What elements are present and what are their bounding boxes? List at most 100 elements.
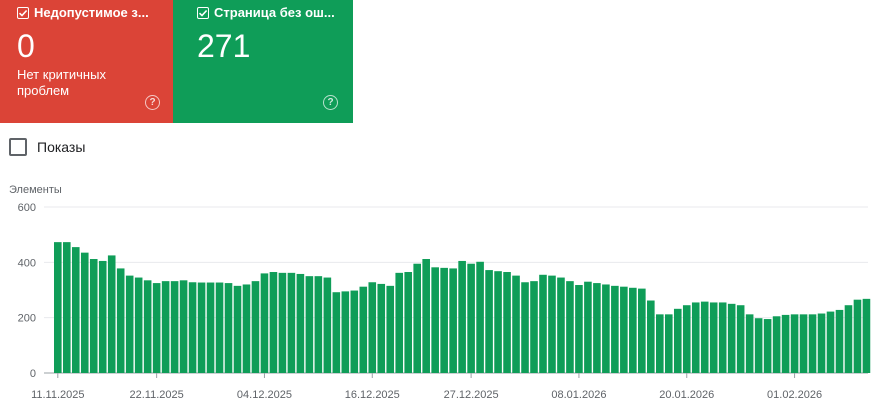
bar [530,281,538,373]
bar [431,267,439,373]
bar [808,314,817,373]
bar [862,298,871,373]
y-tick-label: 0 [30,368,36,380]
x-tick-label: 04.12.2025 [237,389,292,401]
bar [853,299,862,373]
bar [682,305,691,373]
bar [296,273,305,373]
bar [54,242,62,373]
bar [700,301,709,373]
bar [314,276,323,373]
bar [467,263,475,373]
bar [521,282,529,373]
bar [476,261,484,373]
invalid-status-count: 0 [17,28,35,64]
bar [799,314,808,373]
bar [224,283,233,373]
bar [278,272,287,373]
bar [206,282,215,373]
valid-status-title: Страница без ош... [214,5,335,20]
bar [287,272,296,373]
bar [440,267,448,373]
impressions-label: Показы [37,139,86,155]
x-tick-label: 20.01.2026 [659,389,714,401]
bar [611,285,619,373]
bar [197,282,206,373]
bar [89,259,98,373]
bar [395,272,404,373]
y-tick-label: 200 [18,313,36,325]
y-tick-label: 400 [18,257,36,269]
bar [116,268,125,373]
bar [539,274,547,373]
x-tick-label: 08.01.2026 [551,389,606,401]
y-tick-label: 600 [18,202,36,214]
bar [188,282,197,373]
impressions-toggle[interactable]: Показы [9,138,85,156]
bar [71,247,80,373]
bar [718,302,727,373]
bar [664,314,673,373]
bar [691,302,700,373]
items-bar-chart: Элементы 0 200 400 600 11.11.2025 22.11.2025 04… [9,184,871,401]
bar [422,259,430,373]
x-tick-label: 16.12.2025 [345,389,400,401]
bar [620,286,628,373]
x-tick-label: 27.12.2025 [444,389,499,401]
bar [629,287,637,373]
bar [107,255,116,373]
question-circle-icon[interactable]: ? [145,95,160,110]
bar [125,275,134,373]
bar [817,313,826,373]
impressions-checkbox[interactable] [9,138,27,156]
bar [727,303,736,373]
bar [386,285,395,373]
bar [242,284,251,373]
checkbox-checked-icon[interactable] [17,6,29,19]
bar [844,305,853,373]
bar [323,277,332,373]
bar [341,291,350,373]
bar [305,276,314,373]
bar [377,283,386,373]
bar [647,300,655,373]
bar [80,252,89,373]
bar [170,281,179,373]
bar [215,282,224,373]
bar [413,263,421,373]
bar [269,272,278,373]
valid-status-count: 271 [197,28,251,64]
bar [233,285,242,373]
bar [512,275,520,373]
bar [179,280,188,373]
bar [763,319,772,373]
question-circle-icon[interactable]: ? [323,95,338,110]
bar [152,283,161,373]
bar [790,314,799,373]
bar [754,318,763,373]
valid-status-card[interactable]: Страница без ош... 271 ? [173,0,353,123]
invalid-status-card[interactable]: Недопустимое з... 0 Нет критичных пробле… [0,0,173,123]
bar [359,286,368,373]
bar [485,270,493,373]
valid-status-header: Страница без ош... [197,5,347,20]
bar [548,275,556,373]
bar [736,305,745,373]
bar [673,308,682,373]
bar [260,273,269,373]
bar [826,311,835,373]
bar [494,271,502,373]
bar [503,272,511,373]
x-tick-label: 11.11.2025 [31,389,84,401]
bar [449,268,457,373]
bar [161,281,170,373]
bar [251,281,260,373]
bar [655,314,664,373]
bar [557,277,565,373]
bar [745,314,754,373]
bar [332,292,341,373]
y-axis-label: Элементы [9,184,62,196]
checkbox-checked-icon[interactable] [197,6,209,19]
x-tick-label: 22.11.2025 [130,389,184,401]
bar [458,260,466,373]
